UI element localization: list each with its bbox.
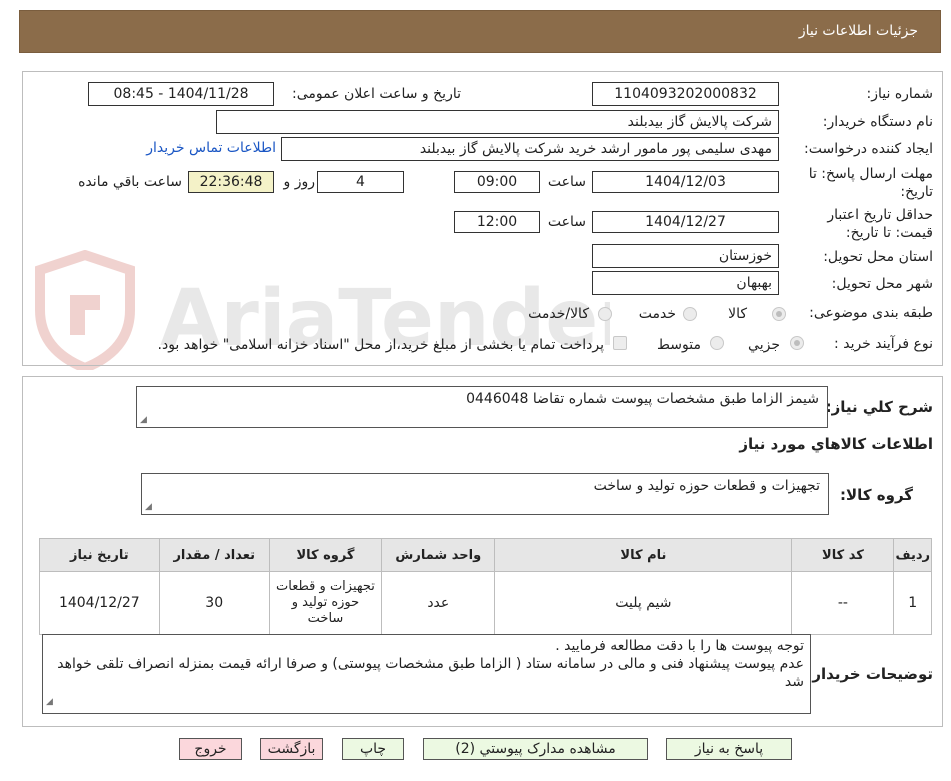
description-field[interactable]: شیمز الزاما طبق مشخصات پیوست شماره تقاضا… <box>136 386 828 428</box>
col-header-row-number: رديف <box>893 538 932 572</box>
buyer-notes-label: توضيحات خريدار: <box>806 665 933 683</box>
cell-need-date: 1404/12/27 <box>39 571 160 635</box>
resize-grip-icon[interactable]: ◢ <box>46 693 53 711</box>
cell-group: تجهیزات و قطعات حوزه تولید و ساخت <box>268 571 383 635</box>
col-header-item-name: نام کالا <box>494 538 793 572</box>
cell-item-code: -- <box>791 571 895 635</box>
treasury-payment-note: پرداخت تمام یا بخشی از مبلغ خرید،از محل … <box>157 337 604 353</box>
category-service-label: خدمت <box>638 306 676 322</box>
category-label: طبقه بندی موضوعی: <box>809 305 933 321</box>
need-number-field[interactable]: 1104093202000832 <box>592 82 779 106</box>
resize-grip-icon[interactable]: ◢ <box>145 502 152 512</box>
buyer-org-label: نام دستگاه خریدار: <box>822 114 933 130</box>
process-medium-label: متوسط <box>657 337 701 353</box>
buyer-notes-line-1: توجه پیوست ها را با دقت مطالعه فرمایید . <box>555 638 804 654</box>
buyer-org-field[interactable]: شرکت پالایش گاز بیدبلند <box>216 110 779 134</box>
process-label: نوع فرآیند خرید : <box>834 336 933 352</box>
description-text: شیمز الزاما طبق مشخصات پیوست شماره تقاضا… <box>466 391 819 407</box>
print-button[interactable]: چاپ <box>342 738 404 760</box>
process-minor-label: جزیي <box>748 337 780 353</box>
days-remaining-field[interactable]: 4 <box>317 171 404 193</box>
remaining-time-field: 22:36:48 <box>188 171 274 193</box>
validity-label: حداقل تاریخ اعتبار قیمت: تا تاریخ: <box>827 207 933 241</box>
table-header-row: رديف کد کالا نام کالا واحد شمارش گروه کا… <box>39 538 932 572</box>
category-goods-label: کالا <box>728 306 747 322</box>
deadline-date-field[interactable]: 1404/12/03 <box>592 171 779 193</box>
city-field[interactable]: بهبهان <box>592 271 779 295</box>
city-label: شهر محل تحویل: <box>831 276 933 292</box>
deadline-label: مهلت ارسال پاسخ: تا تاریخ: <box>808 166 933 200</box>
cell-item-name: شیم پلیت <box>494 571 793 635</box>
col-header-quantity: تعداد / مقدار <box>158 538 270 572</box>
cell-quantity: 30 <box>158 571 270 635</box>
view-attachments-button[interactable]: مشاهده مدارک پيوستي (2) <box>423 738 648 760</box>
goods-group-text: تجهیزات و قطعات حوزه تولید و ساخت <box>593 478 820 494</box>
category-goods-radio[interactable] <box>772 307 786 321</box>
page-title: جزئیات اطلاعات نیاز <box>798 23 918 39</box>
col-header-need-date: تاريخ نياز <box>39 538 160 572</box>
col-header-unit: واحد شمارش <box>381 538 496 572</box>
announce-date-label: تاریخ و ساعت اعلان عمومی: <box>292 86 461 102</box>
process-medium-radio[interactable] <box>710 336 724 350</box>
validity-time-field[interactable]: 12:00 <box>454 211 540 233</box>
cell-row-number: 1 <box>893 571 932 635</box>
category-both-radio[interactable] <box>598 307 612 321</box>
buyer-notes-field[interactable]: توجه پیوست ها را با دقت مطالعه فرمایید .… <box>42 634 811 714</box>
goods-group-field[interactable]: تجهیزات و قطعات حوزه تولید و ساخت ◢ <box>141 473 829 515</box>
category-service-radio[interactable] <box>683 307 697 321</box>
buyer-contact-link[interactable]: اطلاعات تماس خریدار <box>146 140 276 156</box>
exit-button[interactable]: خروج <box>179 738 242 760</box>
province-label: استان محل تحویل: <box>823 249 933 265</box>
cell-unit: عدد <box>381 571 496 635</box>
need-number-label: شماره نیاز: <box>866 86 934 102</box>
validity-time-label: ساعت <box>547 214 586 230</box>
process-minor-radio[interactable] <box>790 336 804 350</box>
treasury-payment-checkbox[interactable] <box>613 336 627 350</box>
days-label: روز و <box>283 174 316 190</box>
page-header: جزئیات اطلاعات نیاز <box>19 10 941 53</box>
buyer-notes-line-2: عدم پیوست پیشنهاد فنی و مالی در سامانه س… <box>57 656 804 690</box>
resize-grip-icon[interactable]: ◢ <box>140 415 147 425</box>
province-field[interactable]: خوزستان <box>592 244 779 268</box>
table-row: 1 -- شیم پلیت عدد تجهیزات و قطعات حوزه ت… <box>39 571 932 635</box>
announce-date-field[interactable]: 1404/11/28 - 08:45 <box>88 82 274 106</box>
validity-date-field[interactable]: 1404/12/27 <box>592 211 779 233</box>
goods-section-title: اطلاعات کالاهاي مورد نياز <box>739 435 933 453</box>
creator-label: ایجاد کننده درخواست: <box>804 141 933 157</box>
category-both-label: کالا/خدمت <box>528 306 589 322</box>
goods-table: رديف کد کالا نام کالا واحد شمارش گروه کا… <box>39 538 932 635</box>
col-header-group: گروه کالا <box>268 538 383 572</box>
goods-group-label: گروه کالا: <box>840 486 913 504</box>
deadline-time-field[interactable]: 09:00 <box>454 171 540 193</box>
reply-button[interactable]: پاسخ به نياز <box>666 738 792 760</box>
description-label: شرح کلي نياز: <box>825 398 933 416</box>
remaining-time-label: ساعت باقي مانده <box>78 174 182 190</box>
back-button[interactable]: بازگشت <box>260 738 323 760</box>
deadline-time-label: ساعت <box>547 174 586 190</box>
creator-field[interactable]: مهدی سلیمی پور مامور ارشد خرید شرکت پالا… <box>281 137 779 161</box>
col-header-item-code: کد کالا <box>791 538 895 572</box>
